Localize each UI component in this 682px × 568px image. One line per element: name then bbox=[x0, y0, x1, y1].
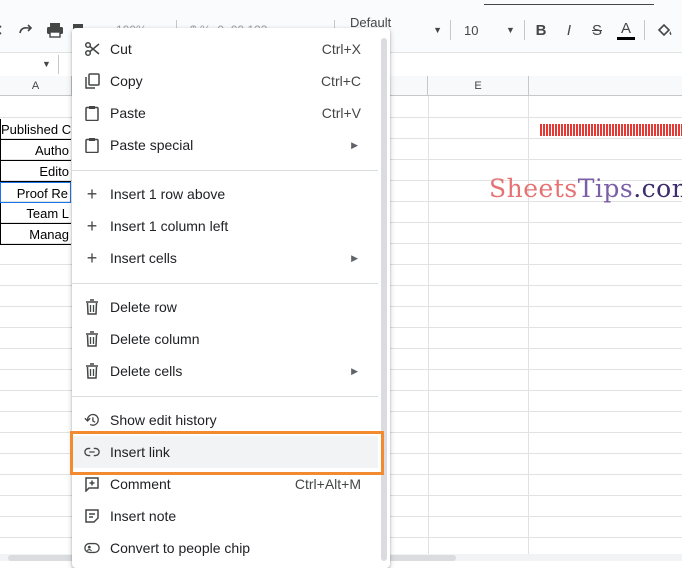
text-color-swatch bbox=[617, 36, 635, 40]
menu-item-paste[interactable]: Paste Ctrl+V bbox=[72, 97, 378, 129]
font-size-value: 10 bbox=[464, 22, 479, 38]
menu-item-label: Cut bbox=[110, 41, 132, 57]
menu-item-shortcut: Ctrl+C bbox=[320, 73, 361, 89]
namebox-caret-down-icon[interactable]: ▼ bbox=[42, 59, 51, 69]
submenu-arrow-icon: ▶ bbox=[351, 252, 358, 263]
grid-line bbox=[528, 96, 529, 561]
menu-item-insert-note[interactable]: Insert note bbox=[72, 500, 378, 532]
column-header-f[interactable] bbox=[529, 76, 682, 96]
menu-separator bbox=[72, 396, 378, 397]
menu-item-label: Paste bbox=[110, 105, 146, 121]
trash-icon bbox=[84, 331, 100, 347]
menu-item-convert-people-chip[interactable]: Convert to people chip bbox=[72, 532, 378, 564]
fill-color-icon[interactable] bbox=[654, 18, 676, 42]
menu-item-shortcut: Ctrl+V bbox=[321, 105, 361, 121]
watermark-part-3: .com bbox=[633, 174, 682, 203]
undo-icon[interactable] bbox=[0, 18, 10, 42]
menu-item-label: Insert 1 column left bbox=[110, 218, 229, 234]
plus-icon: + bbox=[86, 215, 98, 236]
submenu-arrow-icon: ▶ bbox=[351, 139, 358, 150]
menu-separator bbox=[72, 170, 378, 171]
menu-item-label: Comment bbox=[110, 476, 171, 492]
people-chip-icon bbox=[84, 540, 100, 556]
menu-item-insert-row-above[interactable]: + Insert 1 row above bbox=[72, 178, 378, 210]
menu-item-label: Insert note bbox=[110, 508, 177, 524]
add-comment-icon bbox=[84, 476, 100, 492]
menu-separator bbox=[72, 283, 378, 284]
namebox-separator bbox=[58, 55, 59, 74]
caret-down-icon: ▼ bbox=[433, 25, 442, 35]
menu-item-label: Delete column bbox=[110, 331, 200, 347]
submenu-arrow-icon: ▶ bbox=[351, 365, 358, 376]
cell-a-team-lead[interactable]: Team L bbox=[0, 203, 71, 224]
toolbar-separator bbox=[524, 20, 525, 40]
trash-icon bbox=[84, 299, 100, 315]
menu-item-insert-cells[interactable]: + Insert cells ▶ bbox=[72, 242, 378, 274]
menu-item-comment[interactable]: Comment Ctrl+Alt+M bbox=[72, 468, 378, 500]
bold-button[interactable]: B bbox=[532, 18, 550, 42]
menu-item-label: Insert 1 row above bbox=[110, 186, 226, 202]
menu-item-shortcut: Ctrl+X bbox=[321, 41, 361, 57]
toolbar-separator bbox=[450, 20, 451, 40]
top-underline bbox=[484, 4, 654, 5]
sheetstips-watermark: SheetsTips.com bbox=[489, 174, 682, 203]
text-color-button[interactable]: A bbox=[616, 18, 636, 42]
menu-item-paste-special[interactable]: Paste special ▶ bbox=[72, 129, 378, 161]
menu-item-label: Copy bbox=[110, 73, 143, 89]
scissors-icon bbox=[84, 41, 100, 57]
copy-icon bbox=[84, 73, 100, 89]
menu-item-label: Paste special bbox=[110, 137, 194, 153]
plus-icon: + bbox=[86, 247, 98, 268]
cell-a-author[interactable]: Autho bbox=[0, 140, 71, 161]
toolbar-separator bbox=[644, 20, 645, 40]
column-header-e[interactable]: E bbox=[428, 76, 529, 96]
context-menu-scrollbar[interactable] bbox=[381, 38, 387, 561]
trash-icon bbox=[84, 363, 100, 379]
italic-button[interactable]: I bbox=[560, 18, 578, 42]
menu-item-label: Insert cells bbox=[110, 250, 177, 266]
menu-item-delete-row[interactable]: Delete row bbox=[72, 291, 378, 323]
strikethrough-button[interactable]: S bbox=[588, 18, 606, 42]
cell-a-editor[interactable]: Edito bbox=[0, 161, 71, 182]
clipboard-icon bbox=[84, 137, 100, 153]
grid-line bbox=[428, 96, 429, 561]
cell-a-published[interactable]: Published C bbox=[0, 119, 71, 140]
menu-item-delete-cells[interactable]: Delete cells ▶ bbox=[72, 355, 378, 387]
menu-item-label: Delete row bbox=[110, 299, 177, 315]
menu-item-label: Show edit history bbox=[110, 412, 217, 428]
print-icon[interactable] bbox=[44, 18, 66, 42]
menu-item-label: Convert to people chip bbox=[110, 540, 251, 556]
text-color-letter: A bbox=[620, 19, 631, 37]
cell-a-manager[interactable]: Manag bbox=[0, 224, 71, 245]
cell-a-proof-reader[interactable]: Proof Re bbox=[0, 182, 71, 203]
plus-icon: + bbox=[86, 183, 98, 204]
menu-item-cut[interactable]: Cut Ctrl+X bbox=[72, 33, 378, 65]
history-icon bbox=[84, 412, 100, 428]
redo-icon[interactable] bbox=[16, 18, 36, 42]
watermark-part-2: Tips bbox=[577, 174, 634, 203]
column-header-a[interactable]: A bbox=[0, 76, 72, 96]
caret-down-icon: ▼ bbox=[506, 25, 515, 35]
menu-item-delete-column[interactable]: Delete column bbox=[72, 323, 378, 355]
menu-item-copy[interactable]: Copy Ctrl+C bbox=[72, 65, 378, 97]
font-size-select[interactable]: 10 ▼ bbox=[464, 18, 516, 42]
watermark-part-1: Sheets bbox=[489, 174, 578, 203]
menu-item-shortcut: Ctrl+Alt+M bbox=[294, 476, 361, 492]
menu-item-label: Delete cells bbox=[110, 363, 183, 379]
clipboard-icon bbox=[84, 105, 100, 121]
menu-item-insert-column-left[interactable]: + Insert 1 column left bbox=[72, 210, 378, 242]
note-icon bbox=[84, 508, 100, 524]
red-striped-bar bbox=[540, 124, 682, 136]
